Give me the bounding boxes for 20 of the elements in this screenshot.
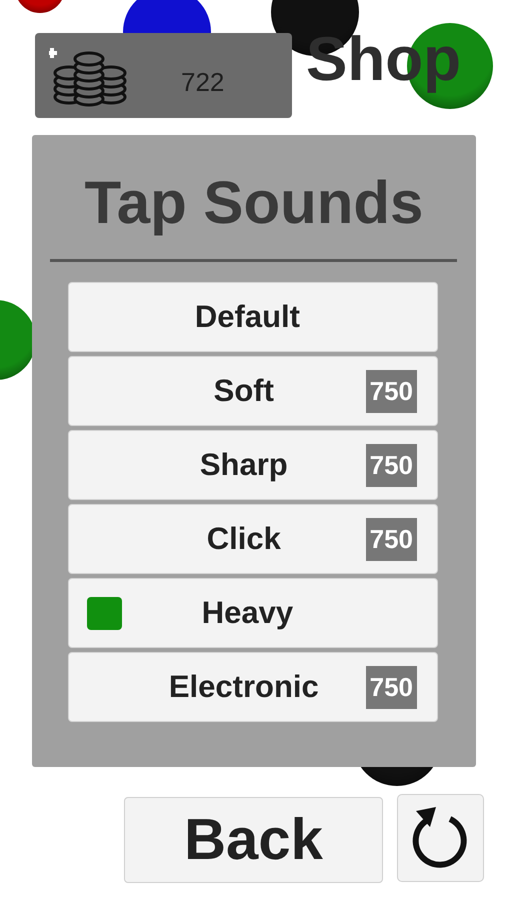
price-tag: 750 [366, 370, 417, 412]
price-tag: 750 [366, 518, 417, 560]
refresh-button[interactable] [397, 794, 484, 882]
sound-option[interactable]: Default [68, 282, 438, 352]
sound-label: Heavy [202, 594, 294, 632]
sound-label: Electronic [168, 668, 319, 706]
sound-option[interactable]: Electronic 750 [68, 652, 438, 722]
price-tag: 750 [366, 444, 417, 486]
sound-option[interactable]: Click 750 [68, 504, 438, 574]
sound-label: Soft [214, 372, 274, 410]
sound-option[interactable]: Heavy [68, 578, 438, 648]
section-title: Tap Sounds [84, 173, 424, 233]
back-button[interactable]: Back [124, 797, 383, 883]
coin-count: 722 [181, 66, 224, 99]
sound-label: Click [206, 520, 281, 558]
sound-option[interactable]: Sharp 750 [68, 430, 438, 500]
sound-label: Sharp [200, 446, 288, 484]
price-tag: 750 [366, 666, 417, 708]
sound-label: Default [194, 298, 300, 336]
sound-option[interactable]: Soft 750 [68, 356, 438, 426]
